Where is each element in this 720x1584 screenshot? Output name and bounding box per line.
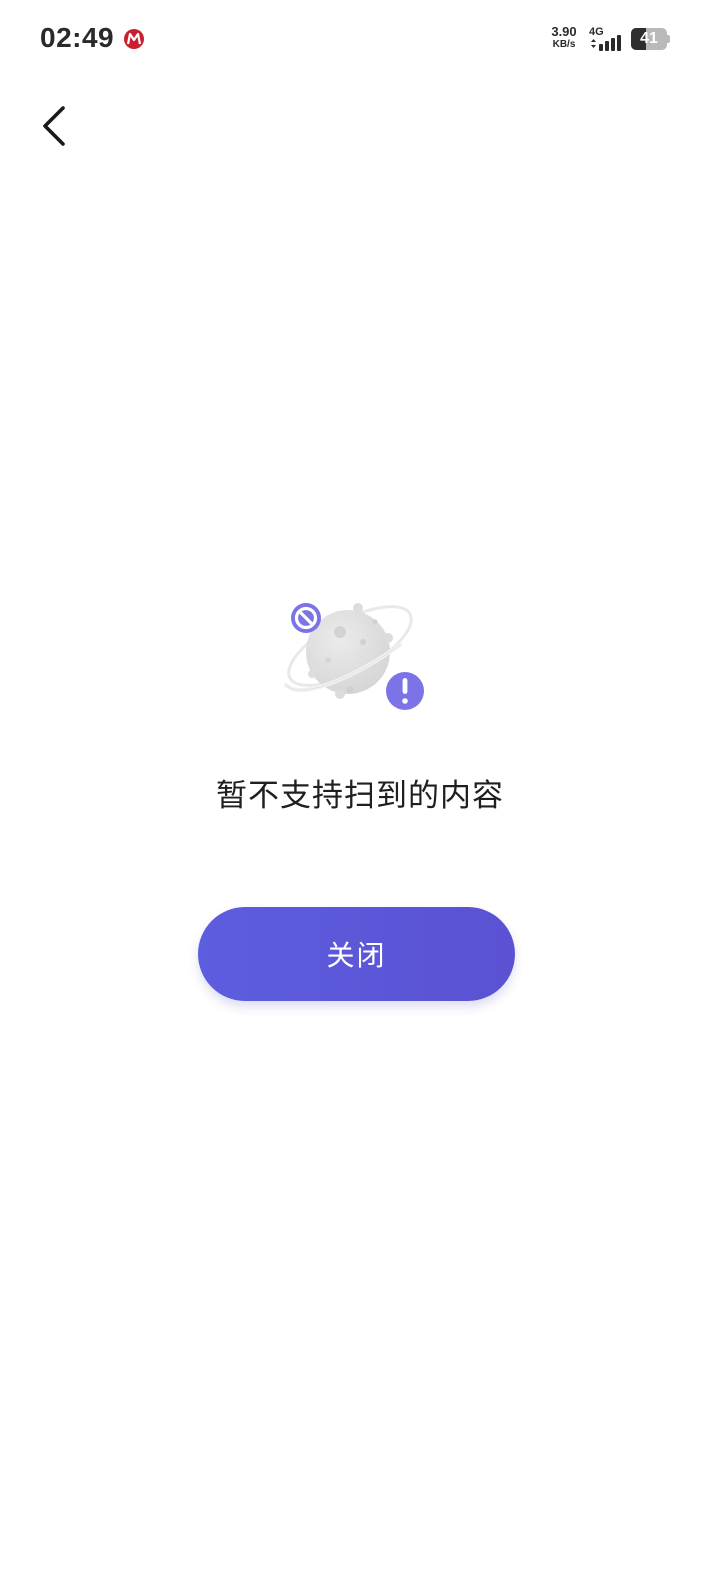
metro-logo-icon xyxy=(124,29,144,49)
status-bar: 02:49 3.90 KB/s 4G 41 xyxy=(0,0,720,80)
chevron-left-icon xyxy=(43,106,65,146)
unsupported-message: 暂不支持扫到的内容 xyxy=(216,778,504,814)
battery-icon: 41 xyxy=(631,28,667,50)
network-speed: 3.90 KB/s xyxy=(547,25,581,51)
unsupported-planet-icon xyxy=(284,603,424,710)
battery-indicator: 41 xyxy=(631,28,670,50)
status-time: 02:49 xyxy=(40,22,115,53)
battery-level: 41 xyxy=(640,30,658,47)
network-speed-value: 3.90 xyxy=(551,24,577,39)
back-button[interactable] xyxy=(24,96,84,156)
battery-tip xyxy=(667,35,670,43)
cell-signal-icon xyxy=(591,35,621,51)
network-speed-unit: KB/s xyxy=(552,39,576,50)
close-button[interactable]: 关闭 xyxy=(198,907,515,1001)
